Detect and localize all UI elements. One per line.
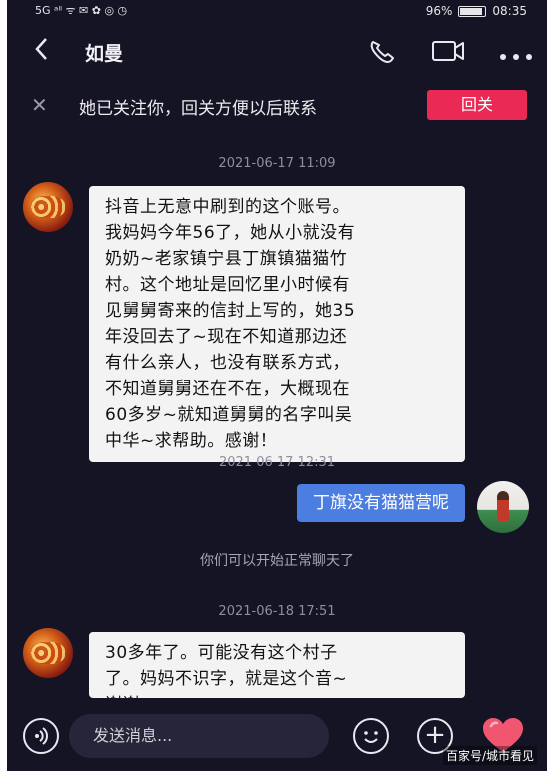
more-icon[interactable] (499, 46, 533, 65)
voice-icon[interactable] (23, 718, 59, 754)
message-line: 了。妈妈不识字，就是这个音~ (105, 669, 348, 689)
chat-header: 如曼 (7, 30, 547, 74)
back-icon[interactable] (33, 36, 49, 68)
message-line: 谢谢 (105, 692, 453, 698)
contact-name: 如曼 (85, 43, 124, 65)
message-input[interactable]: 发送消息... (69, 714, 329, 758)
phone-icon[interactable] (367, 38, 399, 70)
system-message: 你们可以开始正常聊天了 (200, 553, 354, 569)
avatar[interactable] (23, 182, 73, 232)
avatar[interactable] (23, 628, 73, 678)
close-icon[interactable]: ✕ (31, 93, 48, 117)
incoming-message[interactable]: 抖音上无意中刷到的这个账号。 我妈妈今年56了，她从小就没有 奶奶~老家镇宁县丁… (89, 186, 465, 462)
message-line: 我妈妈今年56了，她从小就没有 (105, 223, 356, 243)
message-line: 抖音上无意中刷到的这个账号。 (105, 197, 350, 217)
message-line: 中华~求帮助。感谢！ (105, 431, 278, 451)
outgoing-message[interactable]: 丁旗没有猫猫营呢 (297, 484, 465, 522)
status-indicators: 5G ᵃˡˡ ᯤ ✉ ✿ ◎ ◷ (35, 4, 127, 18)
message-line: 60多岁~就知道舅舅的名字叫吴 (105, 405, 353, 425)
battery-percent: 96% (425, 4, 453, 18)
message-line: 年没回去了~现在不知道那边还 (105, 327, 348, 347)
video-call-icon[interactable] (431, 38, 467, 68)
clock: 08:35 (492, 4, 527, 18)
message-line: 村。这个地址是回忆里小时候有 (105, 275, 350, 295)
status-right: 96% 08:35 (426, 4, 527, 18)
status-icons: 5G ᵃˡˡ ᯤ ✉ ✿ ◎ ◷ (35, 4, 128, 17)
incoming-message[interactable]: 30多年了。可能没有这个村子 了。妈妈不识字，就是这个音~ 谢谢 (89, 632, 465, 698)
message-line: 有什么亲人，也没有联系方式， (105, 353, 350, 373)
message-timestamp: 2021-06-18 17:51 (218, 604, 336, 619)
follow-back-button[interactable]: 回关 (427, 90, 527, 120)
emoji-icon[interactable] (353, 718, 389, 754)
message-line: 见舅舅寄来的信封上写的，她35 (105, 301, 356, 321)
message-line: 奶奶~老家镇宁县丁旗镇猫猫竹 (105, 249, 348, 269)
battery-fill (460, 7, 483, 15)
follow-banner: ✕ 她已关注你，回关方便以后联系 回关 (7, 88, 547, 124)
avatar[interactable] (477, 481, 529, 533)
message-line: 30多年了。可能没有这个村子 (105, 643, 338, 663)
watermark: 百家号/城市看见 (442, 746, 537, 765)
message-timestamp: 2021-06-17 11:09 (218, 156, 336, 171)
chat-screen: 5G ᵃˡˡ ᯤ ✉ ✿ ◎ ◷ 96% 08:35 如曼 ✕ 她已关注你，回关… (7, 0, 547, 771)
message-timestamp: 2021 06 17 12:31 (218, 455, 336, 470)
battery-icon (458, 5, 487, 17)
message-line: 不知道舅舅还在不在，大概现在 (105, 379, 350, 399)
banner-text: 她已关注你，回关方便以后联系 (79, 99, 317, 119)
status-bar: 5G ᵃˡˡ ᯤ ✉ ✿ ◎ ◷ 96% 08:35 (7, 0, 547, 26)
